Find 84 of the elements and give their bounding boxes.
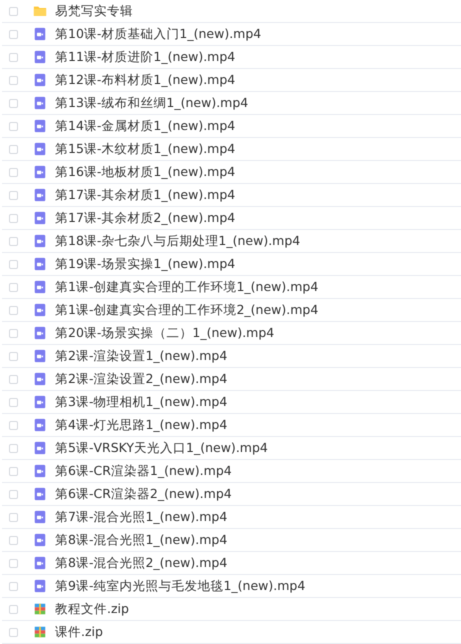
checkbox[interactable] [9, 168, 18, 176]
video-file-icon [33, 326, 47, 340]
file-name[interactable]: 第19课-场景实操1_(new).mp4 [55, 256, 236, 272]
file-name[interactable]: 第8课-混合光照2_(new).mp4 [55, 554, 228, 572]
checkbox[interactable] [9, 76, 18, 84]
video-file-icon [33, 119, 47, 133]
checkbox[interactable] [9, 282, 18, 292]
file-name[interactable]: 第3课-物理相机1_(new).mp4 [55, 394, 228, 410]
file-name[interactable]: 第14课-金属材质1_(new).mp4 [55, 118, 236, 134]
video-file-icon [33, 96, 47, 110]
checkbox[interactable] [9, 260, 18, 268]
checkbox[interactable] [9, 214, 18, 222]
video-file-icon [33, 211, 47, 225]
checkbox[interactable] [9, 628, 18, 636]
file-name[interactable]: 第16课-地板材质1_(new).mp4 [55, 164, 236, 180]
video-file-icon [33, 142, 47, 156]
file-name[interactable]: 第17课-其余材质2_(new).mp4 [55, 210, 236, 226]
archive-file-icon [33, 602, 47, 616]
video-file-icon [33, 464, 47, 478]
file-name[interactable]: 第12课-布料材质1_(new).mp4 [55, 72, 236, 88]
video-file-icon [33, 165, 47, 179]
file-name[interactable]: 第4课-灯光思路1_(new).mp4 [55, 416, 228, 434]
checkbox[interactable] [9, 582, 18, 590]
checkbox[interactable] [9, 306, 18, 314]
file-name[interactable]: 第10课-材质基础入门1_(new).mp4 [55, 26, 262, 42]
file-name[interactable]: 第18课-杂七杂八与后期处理1_(new).mp4 [55, 232, 300, 250]
checkbox[interactable] [9, 466, 18, 476]
video-file-icon [33, 73, 47, 87]
checkbox[interactable] [9, 352, 18, 360]
file-name[interactable]: 第2课-渲染设置2_(new).mp4 [55, 370, 228, 388]
checkbox[interactable] [9, 190, 18, 200]
video-file-icon [33, 579, 47, 593]
video-file-icon [33, 372, 47, 386]
checkbox[interactable] [9, 398, 18, 406]
file-name[interactable]: 第13课-绒布和丝绸1_(new).mp4 [55, 94, 248, 112]
video-file-icon [33, 395, 47, 409]
file-name[interactable]: 第11课-材质进阶1_(new).mp4 [55, 48, 236, 66]
file-name[interactable]: 第7课-混合光照1_(new).mp4 [55, 508, 228, 526]
checkbox[interactable] [9, 144, 18, 154]
checkbox[interactable] [9, 328, 18, 338]
file-name[interactable]: 教程文件.zip [55, 600, 129, 618]
file-name[interactable]: 第9课-纯室内光照与毛发地毯1_(new).mp4 [55, 578, 306, 594]
video-file-icon [33, 510, 47, 524]
checkbox[interactable] [9, 512, 18, 522]
video-file-icon [33, 188, 47, 202]
checkbox[interactable] [9, 236, 18, 246]
file-name[interactable]: 第6课-CR渲染器1_(new).mp4 [55, 462, 232, 480]
file-name[interactable]: 课件.zip [55, 624, 103, 640]
checkbox[interactable] [9, 122, 18, 130]
video-file-icon [33, 349, 47, 363]
video-file-icon [33, 303, 47, 317]
file-name[interactable]: 第1课-创建真实合理的工作环境1_(new).mp4 [55, 278, 318, 296]
video-file-icon [33, 556, 47, 570]
checkbox[interactable] [9, 444, 18, 452]
checkbox[interactable] [9, 490, 18, 498]
video-file-icon [33, 50, 47, 64]
file-name[interactable]: 第5课-VRSKY天光入口1_(new).mp4 [55, 440, 268, 456]
checkbox[interactable] [9, 374, 18, 384]
folder-name[interactable]: 易梵写实专辑 [55, 2, 133, 20]
video-file-icon [33, 234, 47, 248]
checkbox[interactable] [9, 30, 18, 38]
video-file-icon [33, 533, 47, 547]
file-name[interactable]: 第6课-CR渲染器2_(new).mp4 [55, 486, 232, 502]
checkbox[interactable] [9, 420, 18, 430]
file-name[interactable]: 第20课-场景实操（二）1_(new).mp4 [55, 324, 274, 342]
archive-file-icon [33, 625, 47, 639]
file-name[interactable]: 第1课-创建真实合理的工作环境2_(new).mp4 [55, 302, 318, 318]
checkbox[interactable] [9, 98, 18, 108]
file-name[interactable]: 第8课-混合光照1_(new).mp4 [55, 532, 228, 548]
video-file-icon [33, 441, 47, 455]
video-file-icon [33, 280, 47, 294]
checkbox[interactable] [9, 52, 18, 62]
file-name[interactable]: 第2课-渲染设置1_(new).mp4 [55, 348, 228, 364]
video-file-icon [33, 487, 47, 501]
checkbox[interactable] [9, 604, 18, 614]
video-file-icon [33, 27, 47, 41]
video-file-icon [33, 418, 47, 432]
checkbox[interactable] [9, 536, 18, 544]
file-name[interactable]: 第15课-木纹材质1_(new).mp4 [55, 140, 236, 158]
file-name[interactable]: 第17课-其余材质1_(new).mp4 [55, 186, 236, 204]
checkbox[interactable] [9, 6, 18, 16]
checkbox[interactable] [9, 558, 18, 568]
video-file-icon [33, 257, 47, 271]
folder-icon [33, 4, 47, 18]
